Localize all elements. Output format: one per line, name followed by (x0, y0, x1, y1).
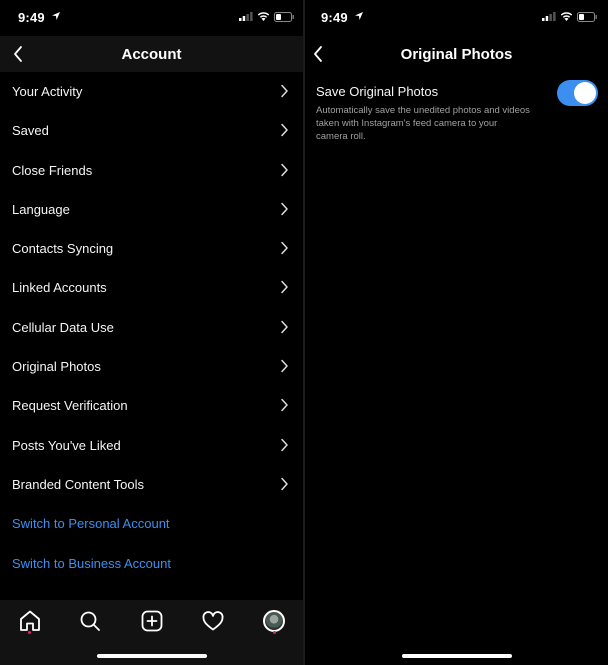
menu-item-label: Close Friends (12, 162, 93, 178)
activity-tab[interactable] (200, 608, 226, 634)
profile-avatar[interactable] (263, 610, 285, 632)
chevron-right-icon (281, 163, 288, 176)
menu-item-branded-content-tools[interactable]: Branded Content Tools (0, 465, 303, 504)
page-title: Original Photos (400, 46, 513, 63)
chevron-right-icon (281, 320, 288, 334)
profile-notification-dot (273, 631, 276, 634)
menu-item-close-friends[interactable]: Close Friends (0, 151, 303, 190)
setting-description: Automatically save the unedited photos a… (316, 105, 530, 142)
chevron-right-icon (281, 202, 288, 216)
save-original-photos-toggle[interactable] (557, 80, 598, 106)
chevron-right-icon (281, 281, 288, 294)
account-header: Account (0, 36, 303, 72)
menu-item-posts-youve-liked[interactable]: Posts You've Liked (0, 426, 303, 465)
status-bar: 9:49 (305, 0, 608, 36)
original-photos-screen: 9:49 Original Photos Save Original Photo… (305, 0, 608, 665)
home-indicator (401, 654, 512, 658)
switch-to-business-account-link[interactable]: Switch to Business Account (0, 544, 303, 583)
account-menu: Your Activity Saved Close Friends Langua… (0, 72, 303, 583)
menu-item-label: Original Photos (12, 359, 101, 375)
menu-item-cellular-data-use[interactable]: Cellular Data Use (0, 308, 303, 347)
cellular-signal-icon (239, 12, 253, 21)
chevron-right-icon (281, 359, 288, 373)
location-arrow-icon (52, 12, 60, 20)
search-tab[interactable] (77, 608, 103, 634)
menu-item-label: Saved (12, 123, 49, 139)
menu-item-label: Your Activity (12, 84, 83, 99)
chevron-right-icon (281, 124, 288, 137)
account-screen: 9:49 Account Your Activity Saved Close F… (0, 0, 303, 665)
new-post-icon (141, 610, 163, 632)
menu-item-your-activity[interactable]: Your Activity (0, 72, 303, 111)
page-title: Account (121, 46, 182, 63)
activity-heart-icon (202, 611, 224, 631)
toggle-knob (574, 82, 596, 104)
wifi-icon (257, 12, 270, 21)
status-time: 9:49 (18, 10, 45, 25)
bottom-tab-bar (0, 600, 303, 665)
new-post-tab[interactable] (139, 608, 165, 634)
chevron-right-icon (281, 399, 288, 412)
wifi-icon (560, 12, 573, 21)
chevron-right-icon (281, 84, 288, 98)
menu-item-label: Branded Content Tools (12, 476, 145, 492)
battery-icon (274, 12, 294, 22)
location-arrow-icon (355, 12, 363, 20)
home-notification-dot (28, 631, 31, 634)
save-original-photos-setting: Save Original Photos Automatically save … (316, 80, 598, 143)
home-indicator (96, 654, 207, 658)
menu-item-label: Request Verification (12, 398, 128, 414)
search-icon (80, 611, 100, 631)
chevron-right-icon (281, 438, 288, 451)
status-bar: 9:49 (0, 0, 303, 36)
link-label: Switch to Personal Account (12, 516, 170, 532)
status-time: 9:49 (321, 10, 348, 25)
menu-item-label: Cellular Data Use (12, 319, 114, 335)
menu-item-label: Language (12, 201, 70, 217)
setting-title: Save Original Photos (316, 84, 439, 99)
cellular-signal-icon (542, 12, 556, 21)
chevron-right-icon (281, 241, 288, 255)
menu-item-label: Contacts Syncing (12, 241, 114, 257)
menu-item-label: Linked Accounts (12, 280, 107, 296)
original-photos-header: Original Photos (305, 36, 608, 72)
menu-item-request-verification[interactable]: Request Verification (0, 386, 303, 425)
menu-item-linked-accounts[interactable]: Linked Accounts (0, 268, 303, 307)
chevron-right-icon (281, 477, 288, 491)
switch-to-personal-account-link[interactable]: Switch to Personal Account (0, 504, 303, 543)
menu-item-original-photos[interactable]: Original Photos (0, 347, 303, 386)
menu-item-contacts-syncing[interactable]: Contacts Syncing (0, 229, 303, 268)
menu-item-label: Posts You've Liked (12, 437, 121, 453)
menu-item-saved[interactable]: Saved (0, 111, 303, 150)
battery-icon (577, 12, 597, 22)
link-label: Switch to Business Account (12, 555, 171, 571)
menu-item-language[interactable]: Language (0, 190, 303, 229)
